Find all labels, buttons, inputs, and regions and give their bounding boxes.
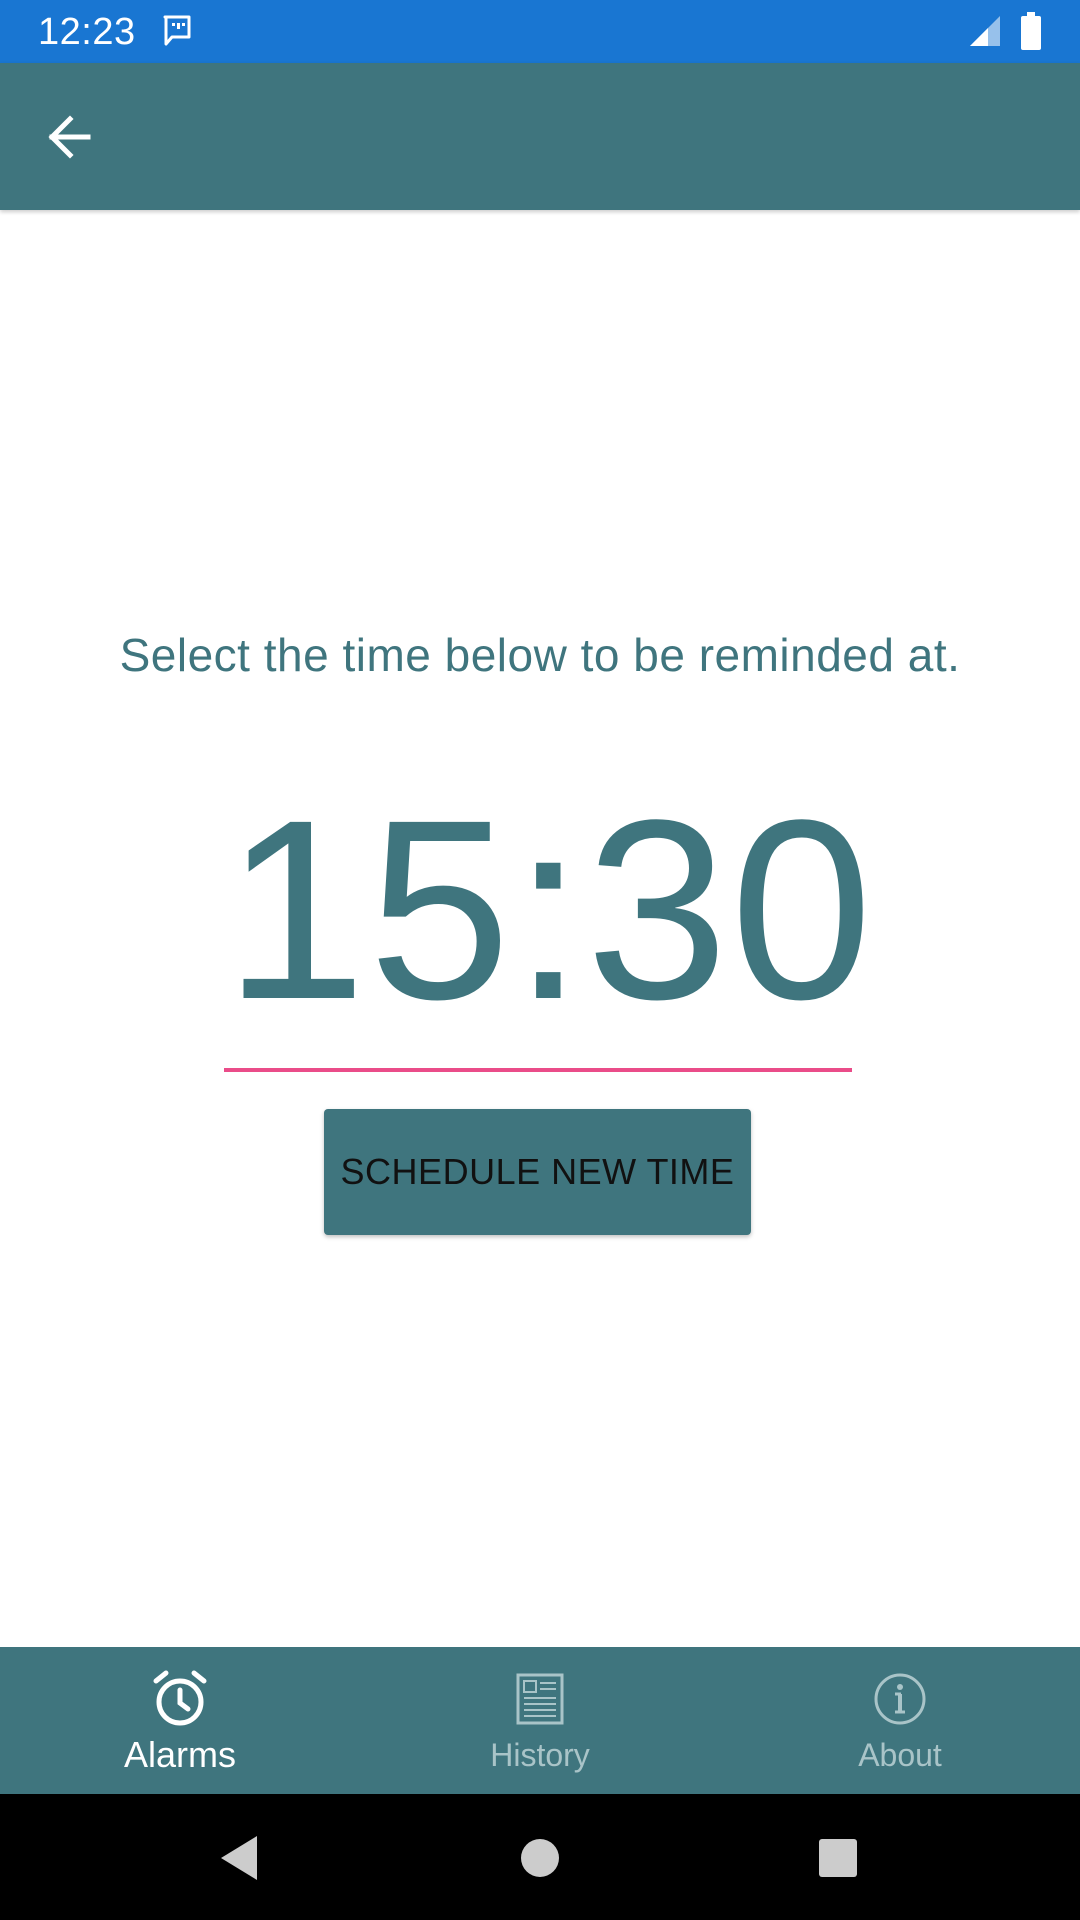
- nav-label-history: History: [490, 1737, 590, 1773]
- time-picker[interactable]: 15:30: [224, 770, 873, 1074]
- nav-item-alarms[interactable]: Alarms: [0, 1647, 360, 1794]
- nav-label-alarms: Alarms: [123, 1734, 236, 1775]
- system-back-button[interactable]: [207, 1826, 271, 1890]
- arrow-back-icon: [48, 115, 91, 159]
- alarm-clock-icon: [153, 1670, 207, 1726]
- time-value[interactable]: 15:30: [224, 770, 873, 1050]
- system-recents-button[interactable]: [806, 1826, 870, 1890]
- time-underline: [224, 1068, 852, 1072]
- signal-icon: [970, 16, 1000, 46]
- system-navigation-bar: [0, 1794, 1080, 1920]
- nav-item-about[interactable]: About: [720, 1647, 1080, 1794]
- nav-label-about: About: [858, 1737, 942, 1773]
- back-button[interactable]: [30, 101, 110, 173]
- back-triangle-icon: [221, 1836, 257, 1880]
- app-bar: [0, 63, 1080, 210]
- screen: 12:23 Select the time below to be remind…: [0, 0, 1080, 1920]
- bottom-navigation: Alarms History About: [0, 1647, 1080, 1794]
- battery-icon: [1021, 12, 1041, 50]
- status-bar: 12:23: [0, 0, 1080, 63]
- nav-item-history[interactable]: History: [360, 1647, 720, 1794]
- info-icon: [874, 1673, 926, 1725]
- system-home-button[interactable]: [508, 1826, 572, 1890]
- history-icon: [516, 1673, 564, 1725]
- home-circle-icon: [521, 1839, 559, 1877]
- message-icon: [163, 15, 191, 46]
- recents-square-icon: [819, 1839, 857, 1877]
- instruction-text: Select the time below to be reminded at.: [119, 629, 961, 681]
- schedule-new-time-button[interactable]: SCHEDULE NEW TIME: [324, 1109, 751, 1235]
- status-time: 12:23: [38, 11, 136, 53]
